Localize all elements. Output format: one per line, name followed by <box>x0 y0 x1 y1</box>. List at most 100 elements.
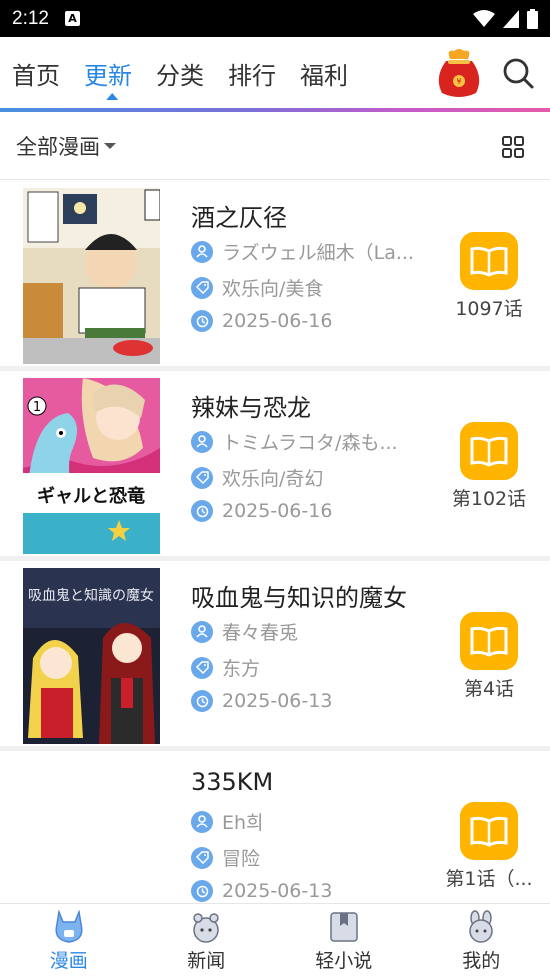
chapter-label: 1097话 <box>455 298 523 320</box>
tab-categories-label: 分类 <box>156 61 204 90</box>
person-icon <box>191 240 213 263</box>
list-item[interactable]: 1 ギャルと恐竜 辣妹与恐龙 トミムラコタ/森も... 欢乐向/奇幻 2025-… <box>0 371 550 561</box>
cover-title-text: ギャルと恐竜 <box>37 485 145 507</box>
status-bar: 2:12 A <box>0 0 550 37</box>
red-envelope-gift-icon[interactable]: ¥ <box>436 47 482 99</box>
read-book-button[interactable] <box>460 802 518 860</box>
comic-title: 酒之仄径 <box>191 204 287 232</box>
active-tab-caret <box>106 93 119 100</box>
bottom-tab-novels-label: 轻小说 <box>315 950 373 972</box>
tag-icon <box>191 846 213 869</box>
comic-title: 吸血鬼与知识的魔女 <box>191 584 407 612</box>
chapter-label: 第1话（... <box>445 868 533 890</box>
tag-icon <box>191 656 213 679</box>
author-row: Eh희 <box>191 808 436 835</box>
clock-icon <box>191 500 213 522</box>
tags-text: 欢乐向/美食 <box>222 278 324 300</box>
wifi-icon <box>473 9 495 27</box>
tags-text: 东方 <box>222 658 261 680</box>
bottom-tab-profile-label: 我的 <box>462 950 501 972</box>
person-icon <box>191 620 213 643</box>
bunny-profile-icon <box>469 910 493 943</box>
signal-icon <box>503 9 519 28</box>
battery-icon <box>527 8 538 29</box>
tags-text: 欢乐向/奇幻 <box>222 468 324 490</box>
status-right <box>473 8 538 29</box>
status-time: 2:12 <box>12 7 49 29</box>
cover-title-text: 吸血鬼と知識の魔女 <box>28 587 154 604</box>
tab-updates-label: 更新 <box>84 61 132 90</box>
read-book-button[interactable] <box>460 422 518 480</box>
person-icon <box>191 430 213 453</box>
open-book-icon <box>470 246 508 277</box>
tab-welfare-label: 福利 <box>300 61 348 90</box>
bunny-news-icon <box>193 913 219 943</box>
bottom-nav: 漫画 新闻 轻小说 我的 <box>0 903 550 979</box>
tags-row: 欢乐向/奇幻 <box>191 464 436 491</box>
tab-ranking[interactable]: 排行 <box>228 37 288 109</box>
date-text: 2025-06-16 <box>222 310 333 332</box>
list-item[interactable]: 吸血鬼と知識の魔女 吸血鬼与知识的魔女 春々春兎 东方 2025-06-13 第… <box>0 561 550 751</box>
tab-home-label: 首页 <box>12 61 60 90</box>
clock-icon <box>191 880 213 902</box>
read-book-button[interactable] <box>460 232 518 290</box>
tags-row: 冒险 <box>191 844 436 871</box>
bottom-tab-novels[interactable]: 轻小说 <box>275 904 413 979</box>
author-row: トミムラコタ/森も... <box>191 428 436 455</box>
list-item[interactable]: 酒之仄径 ラズウェル細木（La... 欢乐向/美食 2025-06-16 109… <box>0 181 550 371</box>
author-text: Eh희 <box>222 812 264 834</box>
tags-row: 东方 <box>191 654 436 681</box>
bunny-comic-icon <box>55 910 83 943</box>
bottom-tab-comics-label: 漫画 <box>49 950 88 972</box>
bottom-tab-profile[interactable]: 我的 <box>413 904 550 979</box>
chapter-label: 第102话 <box>451 488 527 510</box>
person-icon <box>191 810 213 833</box>
open-book-icon <box>470 816 508 847</box>
bottom-tab-news[interactable]: 新闻 <box>138 904 276 979</box>
tab-categories[interactable]: 分类 <box>156 37 216 109</box>
open-book-icon <box>470 626 508 657</box>
tab-updates[interactable]: 更新 <box>84 37 144 109</box>
tab-home[interactable]: 首页 <box>12 37 72 109</box>
clock-icon <box>191 310 213 332</box>
date-row: 2025-06-16 <box>191 500 436 522</box>
date-text: 2025-06-16 <box>222 500 333 522</box>
date-row: 2025-06-13 <box>191 880 436 902</box>
filter-row: 全部漫画 <box>0 112 550 180</box>
svg-text:¥: ¥ <box>456 77 461 86</box>
bottom-tab-comics[interactable]: 漫画 <box>0 904 138 979</box>
date-text: 2025-06-13 <box>222 690 333 712</box>
author-text: ラズウェル細木（La... <box>222 242 414 264</box>
date-row: 2025-06-16 <box>191 310 436 332</box>
notification-a-icon: A <box>64 11 80 26</box>
dropdown-caret-icon[interactable] <box>104 142 116 149</box>
tags-text: 冒险 <box>222 848 261 870</box>
author-row: 春々春兎 <box>191 618 436 645</box>
author-text: トミムラコタ/森も... <box>222 432 398 454</box>
tag-icon <box>191 276 213 299</box>
filter-dropdown[interactable]: 全部漫画 <box>16 131 100 161</box>
tab-ranking-label: 排行 <box>228 61 276 90</box>
author-row: ラズウェル細木（La... <box>191 238 436 265</box>
clock-icon <box>191 690 213 712</box>
tags-row: 欢乐向/美食 <box>191 274 436 301</box>
date-row: 2025-06-13 <box>191 690 436 712</box>
cover-image[interactable]: 1 ギャルと恐竜 <box>23 378 160 554</box>
bottom-tab-news-label: 新闻 <box>187 950 226 972</box>
comic-list: 酒之仄径 ラズウェル細木（La... 欢乐向/美食 2025-06-16 109… <box>0 181 550 941</box>
search-icon[interactable] <box>498 53 538 93</box>
comic-title: 辣妹与恐龙 <box>191 394 311 422</box>
comic-title: 335KM <box>191 768 274 796</box>
book-bookmark-icon <box>330 912 358 942</box>
open-book-icon <box>470 436 508 467</box>
chapter-label: 第4话 <box>463 678 515 700</box>
author-text: 春々春兎 <box>222 622 299 644</box>
svg-text:1: 1 <box>33 400 41 415</box>
cover-image[interactable]: 吸血鬼と知識の魔女 <box>23 568 160 744</box>
read-book-button[interactable] <box>460 612 518 670</box>
tab-welfare[interactable]: 福利 <box>300 37 360 109</box>
grid-view-icon[interactable] <box>502 136 524 158</box>
top-nav: 首页 更新 分类 排行 福利 ¥ <box>0 37 550 109</box>
cover-image[interactable] <box>23 188 160 364</box>
date-text: 2025-06-13 <box>222 880 333 902</box>
